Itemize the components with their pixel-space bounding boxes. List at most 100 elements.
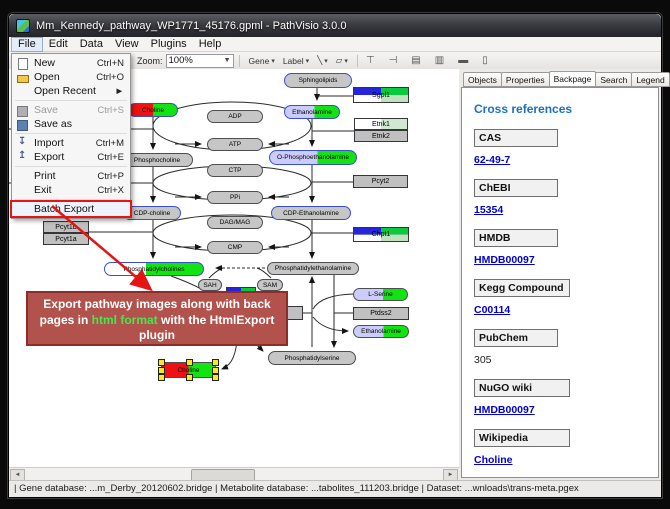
selection-handle[interactable]: [212, 359, 219, 366]
pathway-node-phosphatidylserine[interactable]: Phosphatidylserine: [268, 351, 356, 365]
file-menu-item-new[interactable]: NewCtrl+N: [12, 56, 130, 70]
tab-backpage[interactable]: Backpage: [549, 71, 597, 87]
pathway-node-etnk1[interactable]: Etnk1: [354, 118, 408, 130]
tab-properties[interactable]: Properties: [501, 72, 550, 87]
xref-value-wikipedia[interactable]: Choline: [474, 454, 646, 466]
file-menu-item-save[interactable]: SaveCtrl+S: [12, 103, 130, 117]
line-tool-button[interactable]: ╲▾: [314, 53, 331, 68]
pathvisio-window: Mm_Kennedy_pathway_WP1771_45176.gpml - P…: [8, 13, 662, 498]
file-menu-item-save-as[interactable]: Save as: [12, 117, 130, 131]
xref-value-chebi[interactable]: 15354: [474, 204, 646, 216]
selection-handle[interactable]: [158, 359, 165, 366]
file-menu-item-print[interactable]: PrintCtrl+P: [12, 169, 130, 183]
annotation-text-after: with the HtmlExport plugin: [139, 313, 274, 343]
canvas-horizontal-scrollbar[interactable]: ◄ ►: [9, 467, 459, 481]
menubar-item-file[interactable]: File: [11, 37, 43, 52]
pathway-node-adp[interactable]: ADP: [207, 110, 263, 123]
toolbar-separator: [239, 55, 240, 67]
tab-search[interactable]: Search: [595, 72, 632, 87]
file-menu-item-open[interactable]: OpenCtrl+O: [12, 70, 130, 84]
shape-tool-button[interactable]: ▱▾: [333, 53, 351, 68]
pathway-node-ctp[interactable]: CTP: [207, 164, 263, 177]
xref-value-kegg-compound[interactable]: C00114: [474, 304, 646, 316]
distribute-columns-button[interactable]: ▥: [432, 55, 455, 66]
side-panel-tabs: ObjectsPropertiesBackpageSearchLegend: [463, 71, 669, 87]
pathway-node-dag[interactable]: DAG/MAG: [207, 216, 263, 229]
annotation-callout: Export pathway images along with back pa…: [26, 291, 288, 346]
menu-separator: [15, 199, 127, 200]
pathway-node-pcyt1a[interactable]: Pcyt1a: [43, 233, 89, 245]
pathway-node-phosphatidylethanolamine[interactable]: Phosphatidylethanolamine: [267, 262, 359, 275]
align-center-vertical-button[interactable]: ⊤: [363, 55, 386, 66]
pathway-node-etnk2[interactable]: Etnk2: [354, 130, 408, 142]
backpage-panel[interactable]: Cross references CAS62-49-7ChEBI15354HMD…: [461, 87, 659, 478]
title-bar[interactable]: Mm_Kennedy_pathway_WP1771_45176.gpml - P…: [9, 14, 661, 37]
selection-handle[interactable]: [186, 359, 193, 366]
pathway-node-ppi[interactable]: PPi: [207, 191, 263, 204]
file-menu-item-batch-export[interactable]: Batch Export: [12, 202, 130, 216]
menubar-item-plugins[interactable]: Plugins: [145, 37, 193, 51]
zoom-value: 100%: [169, 55, 193, 66]
tab-objects[interactable]: Objects: [463, 72, 502, 87]
menubar-item-view[interactable]: View: [109, 37, 145, 51]
pathway-node-o-phosphoethanolamine[interactable]: O-Phosphoethanolamine: [269, 150, 357, 165]
file-menu-item-open-recent[interactable]: Open Recent►: [12, 84, 130, 98]
blank-icon: [16, 185, 30, 196]
pathway-node-pcyt1b[interactable]: Pcyt1b: [43, 221, 89, 233]
selection-handle[interactable]: [158, 374, 165, 381]
xref-section-title-chebi: ChEBI: [474, 179, 558, 197]
xref-value-nugo-wiki[interactable]: HMDB00097: [474, 404, 646, 416]
pathway-node-sphingolipids[interactable]: Sphingolipids: [284, 73, 352, 88]
distribute-rows-button[interactable]: ▤: [408, 55, 431, 66]
pathway-node-phosphatidylcholines[interactable]: Phosphatidylcholines: [104, 262, 204, 276]
selection-handle[interactable]: [212, 374, 219, 381]
blank-icon: [16, 171, 30, 182]
xref-section-title-cas: CAS: [474, 129, 558, 147]
selection-handle[interactable]: [186, 374, 193, 381]
save-icon: [16, 105, 30, 116]
pathway-node-pcyt2[interactable]: Pcyt2: [353, 175, 408, 188]
pathway-node-choline-top[interactable]: Choline: [128, 103, 178, 117]
pathway-node-l-serine[interactable]: L-Serine: [353, 288, 408, 301]
menu-separator: [15, 133, 127, 134]
pathway-node-cdp-choline[interactable]: CDP-choline: [123, 206, 181, 220]
tab-legend[interactable]: Legend: [631, 72, 669, 87]
menubar-item-help[interactable]: Help: [193, 37, 228, 51]
pathway-node-cmp[interactable]: CMP: [207, 241, 263, 254]
chevron-down-icon: ▾: [271, 57, 275, 65]
xref-value-hmdb[interactable]: HMDB00097: [474, 254, 646, 266]
status-text: | Gene database: ...m_Derby_20120602.bri…: [14, 483, 579, 494]
xref-section-title-kegg-compound: Kegg Compound: [474, 279, 570, 297]
align-right-button[interactable]: ▯: [479, 55, 499, 66]
menu-separator: [15, 100, 127, 101]
align-left-button[interactable]: ▬: [455, 55, 479, 66]
zoom-combobox[interactable]: 100% ▼: [166, 54, 234, 68]
file-menu-item-exit[interactable]: ExitCtrl+X: [12, 183, 130, 197]
align-center-horizontal-button[interactable]: ⊣: [386, 55, 409, 66]
xref-value-cas[interactable]: 62-49-7: [474, 154, 646, 166]
pathway-node-phosphocholine[interactable]: Phosphocholine: [121, 153, 193, 167]
pathway-node-cdp-ethanolamine[interactable]: CDP-Ethanolamine: [271, 206, 351, 220]
menubar-item-edit[interactable]: Edit: [43, 37, 74, 51]
menubar-item-data[interactable]: Data: [74, 37, 109, 51]
pathway-node-ethanolamine-t[interactable]: Ethanolamine: [284, 105, 340, 119]
file-menu-item-export[interactable]: ExportCtrl+E: [12, 150, 130, 164]
pathway-node-ptdss2[interactable]: Ptdss2: [353, 307, 409, 320]
pathway-node-sah[interactable]: SAH: [198, 279, 222, 291]
xref-section-title-hmdb: HMDB: [474, 229, 558, 247]
label-tool-button[interactable]: Label▾: [280, 53, 312, 68]
chevron-down-icon: ▾: [344, 57, 348, 65]
pathway-node-ethanolamine-b[interactable]: Ethanolamine: [353, 325, 409, 338]
pathway-node-sgpl1[interactable]: Sgpl1: [353, 87, 409, 103]
file-menu-item-import[interactable]: ImportCtrl+M: [12, 136, 130, 150]
pathway-node-atp[interactable]: ATP: [207, 138, 263, 151]
pathway-node-sam[interactable]: SAM: [257, 279, 283, 291]
xref-value-pubchem: 305: [474, 354, 646, 366]
gene-tool-button[interactable]: Gene▾: [246, 53, 278, 68]
selection-handle[interactable]: [158, 367, 165, 374]
selection-handle[interactable]: [212, 367, 219, 374]
chevron-down-icon: ▾: [306, 57, 310, 65]
pathway-node-chpt1[interactable]: Chpt1: [353, 227, 409, 242]
save-as-icon: [16, 119, 30, 130]
file-menu-popup: NewCtrl+NOpenCtrl+OOpen Recent► SaveCtrl+…: [11, 53, 131, 219]
